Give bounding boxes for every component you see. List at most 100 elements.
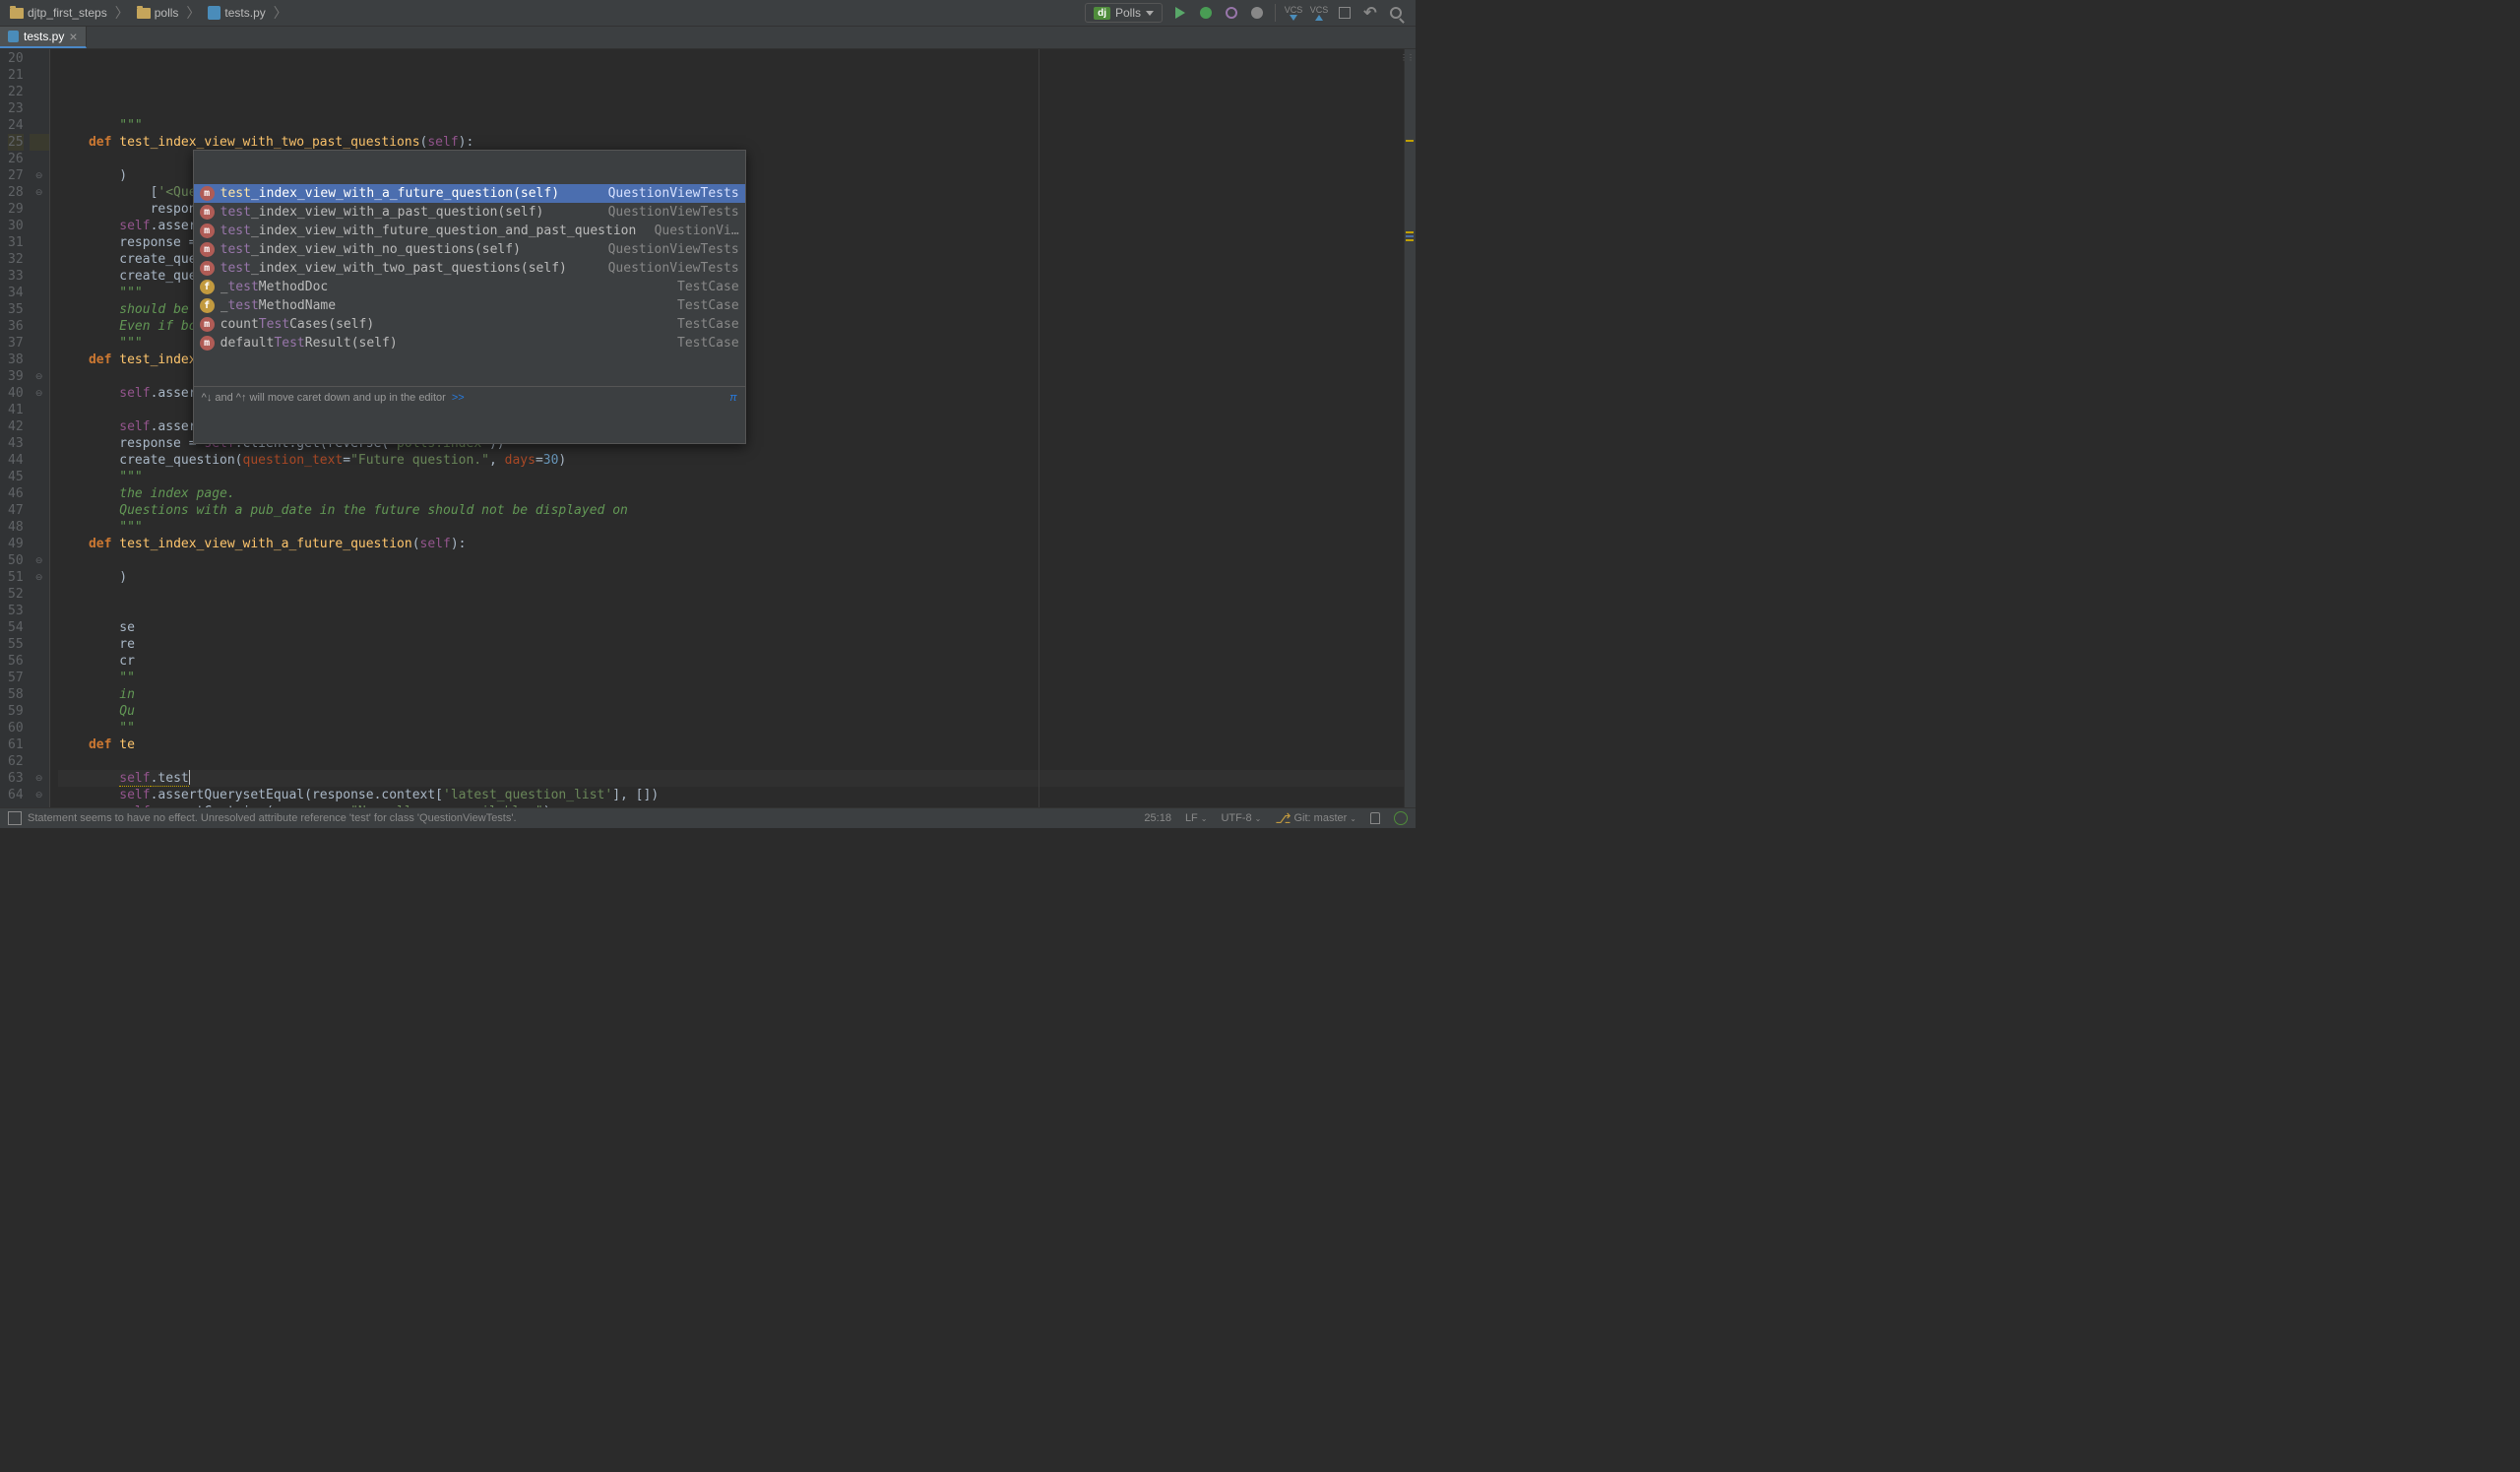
warning-marker[interactable] — [1406, 231, 1414, 233]
search-icon — [1390, 7, 1402, 19]
debug-button[interactable] — [1198, 5, 1214, 21]
code-line[interactable] — [58, 552, 1416, 569]
warning-marker[interactable] — [1406, 239, 1414, 241]
autocomplete-hint: ^↓ and ^↑ will move caret down and up in… — [194, 386, 745, 410]
line-numbers[interactable]: 2021222324252627282930313233343536373839… — [0, 49, 30, 807]
status-bar: Statement seems to have no effect. Unres… — [0, 807, 1416, 828]
code-line[interactable] — [58, 603, 1416, 619]
breadcrumbs: djtp_first_steps 〉 polls 〉 tests.py 〉 — [6, 3, 287, 23]
vcs-history-button[interactable] — [1337, 5, 1353, 21]
autocomplete-item[interactable]: f _testMethodName TestCase — [194, 296, 745, 315]
code-editor[interactable]: """ def test_index_view_with_two_past_qu… — [50, 49, 1416, 807]
git-branch[interactable]: ⎇Git: master⌄ — [1275, 810, 1356, 827]
editor-tab[interactable]: tests.py × — [0, 27, 87, 48]
coverage-button[interactable] — [1224, 5, 1239, 21]
autocomplete-item[interactable]: mdefaultTestResult(self)TestCase — [194, 334, 745, 352]
run-config-label: Polls — [1115, 6, 1141, 20]
vcs-commit-button[interactable]: VCS — [1311, 5, 1327, 21]
code-line[interactable]: """ — [58, 469, 1416, 485]
code-line[interactable]: "" — [58, 670, 1416, 686]
fold-column[interactable]: ⊖⊖⊖⊖⊖⊖⊖⊖ — [30, 49, 49, 807]
inspection-profile[interactable] — [1394, 811, 1408, 825]
code-line[interactable]: def test_index_view_with_two_past_questi… — [58, 134, 1416, 151]
toolbar-right: dj Polls VCS VCS ↶ — [1085, 3, 1410, 23]
target-icon — [1226, 7, 1237, 19]
breadcrumb-folder[interactable]: polls — [133, 4, 183, 22]
code-line[interactable]: Qu — [58, 703, 1416, 720]
code-line[interactable]: create_question(question_text="Future qu… — [58, 452, 1416, 469]
autocomplete-item[interactable]: m test_index_view_with_two_past_questions… — [194, 259, 745, 278]
caret-marker[interactable] — [1406, 235, 1414, 237]
autocomplete-item-name: test_index_view_with_a_future_question(s… — [220, 185, 598, 202]
breadcrumb-project[interactable]: djtp_first_steps — [6, 4, 111, 22]
revert-icon: ↶ — [1363, 3, 1376, 23]
vcs-revert-button[interactable]: ↶ — [1362, 5, 1378, 21]
autocomplete-item-class: QuestionViewTests — [608, 260, 739, 277]
autocomplete-item-name: defaultTestResult(self) — [220, 335, 667, 352]
autocomplete-item-name: _testMethodName — [220, 297, 667, 314]
autocomplete-popup: m test_index_view_with_a_future_question(… — [193, 150, 746, 444]
search-everywhere-button[interactable] — [1388, 5, 1404, 21]
tool-window-toggle-icon[interactable] — [8, 811, 22, 825]
autocomplete-item-name: test_index_view_with_two_past_questions(… — [220, 260, 598, 277]
editor-tabs: tests.py × — [0, 27, 1416, 49]
run-button[interactable] — [1172, 5, 1188, 21]
autocomplete-item[interactable]: m test_index_view_with_a_future_question(… — [194, 184, 745, 203]
cursor-position[interactable]: 25:18 — [1144, 812, 1171, 824]
bug-icon — [1200, 7, 1212, 19]
warning-marker[interactable] — [1406, 140, 1414, 142]
code-line[interactable]: def test_index_view_with_a_future_questi… — [58, 536, 1416, 552]
read-only-toggle[interactable] — [1370, 812, 1380, 824]
method-icon: m — [200, 261, 215, 276]
code-line[interactable]: self.test — [58, 770, 1416, 787]
file-encoding[interactable]: UTF-8⌄ — [1221, 812, 1261, 824]
line-separator[interactable]: LF⌄ — [1185, 812, 1208, 824]
code-line[interactable]: cr — [58, 653, 1416, 670]
code-line[interactable] — [58, 753, 1416, 770]
vcs-update-button[interactable]: VCS — [1286, 5, 1301, 21]
autocomplete-item[interactable]: mtest_index_view_with_no_questions(self)… — [194, 240, 745, 259]
code-line[interactable] — [58, 586, 1416, 603]
scroll-marker-bar[interactable]: ⋮⋮ — [1404, 49, 1416, 807]
right-margin-ruler — [1039, 49, 1040, 807]
code-line[interactable]: "" — [58, 720, 1416, 736]
code-line[interactable]: the index page. — [58, 485, 1416, 502]
run-configuration-selector[interactable]: dj Polls — [1085, 3, 1163, 23]
hint-link[interactable]: >> — [452, 390, 465, 407]
close-tab-button[interactable]: × — [69, 29, 77, 44]
breadcrumb-file[interactable]: tests.py — [204, 4, 269, 22]
code-line[interactable]: in — [58, 686, 1416, 703]
code-line[interactable]: ) — [58, 569, 1416, 586]
arrow-up-icon — [1315, 15, 1323, 21]
autocomplete-item[interactable]: mtest_index_view_with_a_past_question(se… — [194, 203, 745, 222]
code-line[interactable]: self.assertQuerysetEqual(response.contex… — [58, 787, 1416, 803]
django-icon: dj — [1094, 7, 1110, 20]
code-line[interactable]: """ — [58, 519, 1416, 536]
chevron-right-icon: 〉 — [186, 3, 200, 23]
tab-label: tests.py — [24, 30, 64, 43]
field-icon: f — [200, 298, 215, 313]
grip-icon: ⋮⋮ — [1400, 53, 1414, 62]
code-line[interactable]: re — [58, 636, 1416, 653]
autocomplete-item-name: _testMethodDoc — [220, 279, 667, 295]
breadcrumb-label: tests.py — [224, 6, 265, 20]
code-line[interactable]: se — [58, 619, 1416, 636]
autocomplete-item-class: TestCase — [677, 297, 739, 314]
autocomplete-item[interactable]: mcountTestCases(self)TestCase — [194, 315, 745, 334]
profile-button[interactable] — [1249, 5, 1265, 21]
python-file-icon — [208, 6, 220, 20]
method-icon: m — [200, 186, 215, 201]
autocomplete-item-name: test_index_view_with_a_past_question(sel… — [220, 204, 598, 221]
autocomplete-item[interactable]: f_testMethodDocTestCase — [194, 278, 745, 296]
chevron-right-icon: 〉 — [274, 3, 287, 23]
autocomplete-item-name: countTestCases(self) — [220, 316, 667, 333]
pi-icon[interactable]: π — [729, 390, 736, 407]
code-line[interactable]: Questions with a pub_date in the future … — [58, 502, 1416, 519]
code-line[interactable]: def te — [58, 736, 1416, 753]
hint-text: ^↓ and ^↑ will move caret down and up in… — [202, 390, 446, 407]
autocomplete-item[interactable]: mtest_index_view_with_future_question_an… — [194, 222, 745, 240]
code-line[interactable]: """ — [58, 117, 1416, 134]
chevron-down-icon — [1146, 11, 1154, 16]
autocomplete-item-name: test_index_view_with_future_question_and… — [220, 223, 645, 239]
editor-gutter: 2021222324252627282930313233343536373839… — [0, 49, 50, 807]
